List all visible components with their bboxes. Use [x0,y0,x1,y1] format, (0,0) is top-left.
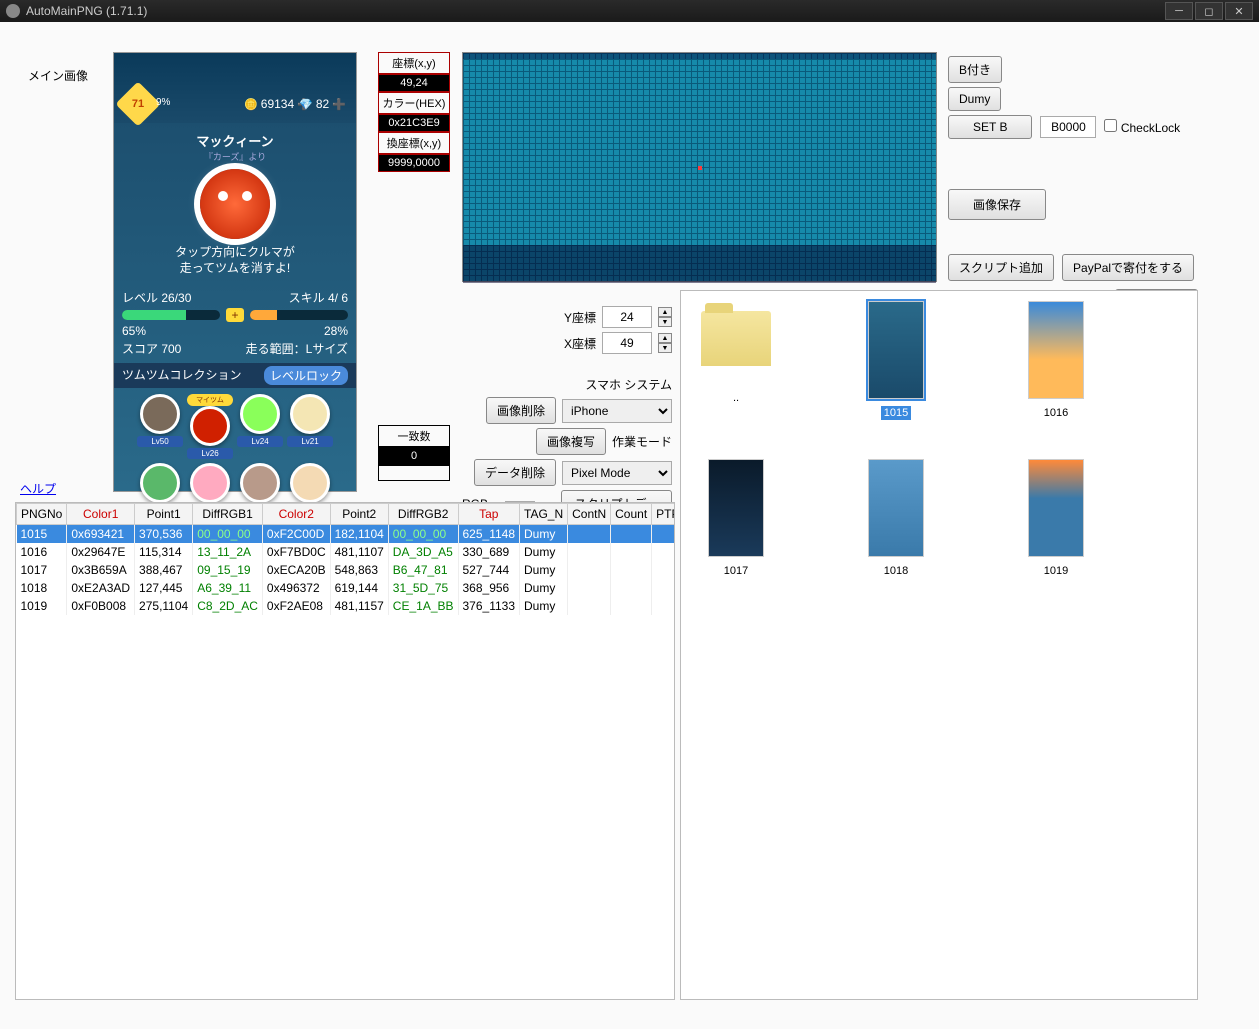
column-header[interactable]: Tap [458,504,520,525]
column-header[interactable]: PNGNo [17,504,67,525]
tsum-item[interactable]: Lv21 [287,394,333,459]
image-save-button[interactable]: 画像保存 [948,189,1046,220]
color-label: カラー(HEX) [378,92,450,114]
system-select[interactable]: iPhone [562,399,672,423]
b-attach-button[interactable]: B付き [948,56,1002,83]
column-header[interactable]: ContN [568,504,611,525]
b-value-input[interactable] [1040,116,1096,138]
match-value: 0 [378,447,450,465]
workmode-select[interactable]: Pixel Mode [562,461,672,485]
percent-badge: 9% [156,97,170,108]
column-header[interactable]: DiffRGB1 [193,504,263,525]
thumbnail [708,459,764,557]
thumbnail [1028,459,1084,557]
x-coord-input[interactable] [602,332,652,354]
character-description: タップ方向にクルマが走ってツムを消すよ! [114,245,356,276]
game-preview: 71 9% 🪙 69134 ➕ 💎 82 ➕ マックィーン 『カーズ』より タッ… [113,52,357,492]
folder-icon [701,311,771,366]
crosshair-marker [698,166,702,170]
x-down-button[interactable]: ▼ [658,343,672,353]
tsum-item[interactable]: Lv50 [137,394,183,459]
x-up-button[interactable]: ▲ [658,333,672,343]
data-table[interactable]: PNGNoColor1Point1DiffRGB1Color2Point2Dif… [15,502,675,1000]
coord-label: 座標(x,y) [378,52,450,74]
file-item[interactable]: 1018 [851,459,941,577]
level-star-badge: 71 [115,81,160,126]
collection-label: ツムツムコレクション [122,366,242,385]
dumy-button[interactable]: Dumy [948,87,1001,111]
character-name: マックィーン [114,131,356,150]
coord-value: 49,24 [378,74,450,92]
x-coord-label: X座標 [564,335,596,352]
column-header[interactable]: DiffRGB2 [388,504,458,525]
data-delete-button[interactable]: データ削除 [474,459,556,486]
thumbnail [868,301,924,399]
level-lock-badge: レベルロック [264,366,348,385]
maximize-button[interactable]: ◻ [1195,2,1223,20]
file-browser[interactable]: .. 1015 1016 1017 1018 1019 [680,290,1198,1000]
tsum-item[interactable]: マイツムLv26 [187,394,233,459]
file-item[interactable]: 1015 [851,301,941,419]
table-row[interactable]: 10150x693421370,53600_00_000xF2C00D182,1… [17,525,676,544]
column-header[interactable]: PTP [652,504,675,525]
app-icon [6,4,20,18]
score-label: スコア 700 [122,340,181,357]
image-copy-button[interactable]: 画像複写 [536,428,606,455]
help-link[interactable]: ヘルプ [20,480,56,497]
column-header[interactable]: Color1 [67,504,135,525]
file-item[interactable]: 1017 [691,459,781,577]
pixel-zoom-grid[interactable] [462,52,937,282]
minimize-button[interactable]: ─ [1165,2,1193,20]
column-header[interactable]: Point1 [135,504,193,525]
color-value: 0x21C3E9 [378,114,450,132]
checklock-checkbox[interactable]: CheckLock [1104,119,1180,135]
main-image-label: メイン画像 [28,67,88,84]
thumbnail [868,459,924,557]
window-title: AutoMainPNG (1.71.1) [26,4,147,18]
character-subtitle: 『カーズ』より [114,150,356,163]
character-portrait [200,169,270,239]
skill-label: スキル 4/ 6 [289,289,348,306]
tsum-item[interactable]: Lv24 [237,394,283,459]
image-delete-button[interactable]: 画像削除 [486,397,556,424]
table-row[interactable]: 10180xE2A3AD127,445A6_39_110x496372619,1… [17,579,676,597]
conv-coord-value: 9999,0000 [378,154,450,172]
column-header[interactable]: TAG_N [520,504,568,525]
thumbnail [1028,301,1084,399]
script-add-button[interactable]: スクリプト追加 [948,254,1054,281]
gem-count: 💎 82 ➕ [299,97,346,111]
close-button[interactable]: ✕ [1225,2,1253,20]
system-label: スマホ システム [585,376,672,393]
set-b-button[interactable]: SET B [948,115,1032,139]
folder-item[interactable]: .. [691,301,781,419]
conv-coord-label: 換座標(x,y) [378,132,450,154]
range-label: 走る範囲：Lサイズ [246,340,348,357]
match-label: 一致数 [378,425,450,447]
table-row[interactable]: 10160x29647E115,31413_11_2A0xF7BD0C481,1… [17,543,676,561]
table-row[interactable]: 10190xF0B008275,1104C8_2D_AC0xF2AE08481,… [17,597,676,615]
match-count-panel: 一致数 0 [378,425,450,481]
file-item[interactable]: 1019 [1011,459,1101,577]
paypal-button[interactable]: PayPalで寄付をする [1062,254,1194,281]
workmode-label: 作業モード [612,433,672,450]
column-header[interactable]: Count [611,504,652,525]
table-row[interactable]: 10170x3B659A388,46709_15_190xECA20B548,8… [17,561,676,579]
file-item[interactable]: 1016 [1011,301,1101,419]
column-header[interactable]: Color2 [262,504,330,525]
y-down-button[interactable]: ▼ [658,317,672,327]
column-header[interactable]: Point2 [330,504,388,525]
titlebar: AutoMainPNG (1.71.1) ─ ◻ ✕ [0,0,1259,22]
level-label: レベル 26/30 [122,289,191,306]
y-up-button[interactable]: ▲ [658,307,672,317]
coordinate-info-panel: 座標(x,y) 49,24 カラー(HEX) 0x21C3E9 換座標(x,y)… [378,52,450,172]
y-coord-label: Y座標 [564,309,596,326]
y-coord-input[interactable] [602,306,652,328]
